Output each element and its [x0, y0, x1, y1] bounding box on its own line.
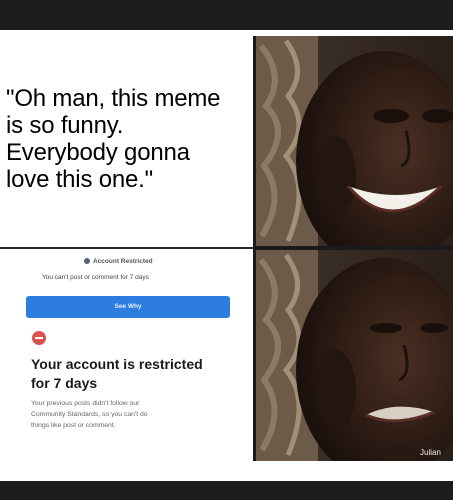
account-restricted-tag: Account Restricted — [84, 258, 153, 265]
restricted-icon — [84, 258, 90, 265]
meme-caption: "Oh man, this meme is so funny. Everybod… — [6, 85, 252, 193]
cant-post-text: You can't post or comment for 7 days — [42, 274, 149, 281]
restriction-title: Your account is restricted for 7 days — [31, 356, 203, 391]
top-border — [0, 0, 453, 30]
caption-line: "Oh man, this meme — [6, 85, 221, 112]
disappointed-man-photo — [256, 250, 453, 461]
caption-line: Everybody gonna — [6, 139, 190, 166]
caption-line: love this one." — [6, 166, 153, 193]
meme-canvas: "Oh man, this meme is so funny. Everybod… — [0, 0, 453, 500]
restriction-description: Your previous posts didn't follow our Co… — [31, 400, 148, 429]
watermark-text: Julian — [420, 448, 441, 457]
smiling-man-photo — [256, 36, 453, 246]
warning-icon — [32, 331, 46, 345]
caption-line: is so funny. — [6, 112, 124, 139]
bottom-border — [0, 481, 453, 500]
see-why-button[interactable]: See Why — [26, 296, 230, 318]
